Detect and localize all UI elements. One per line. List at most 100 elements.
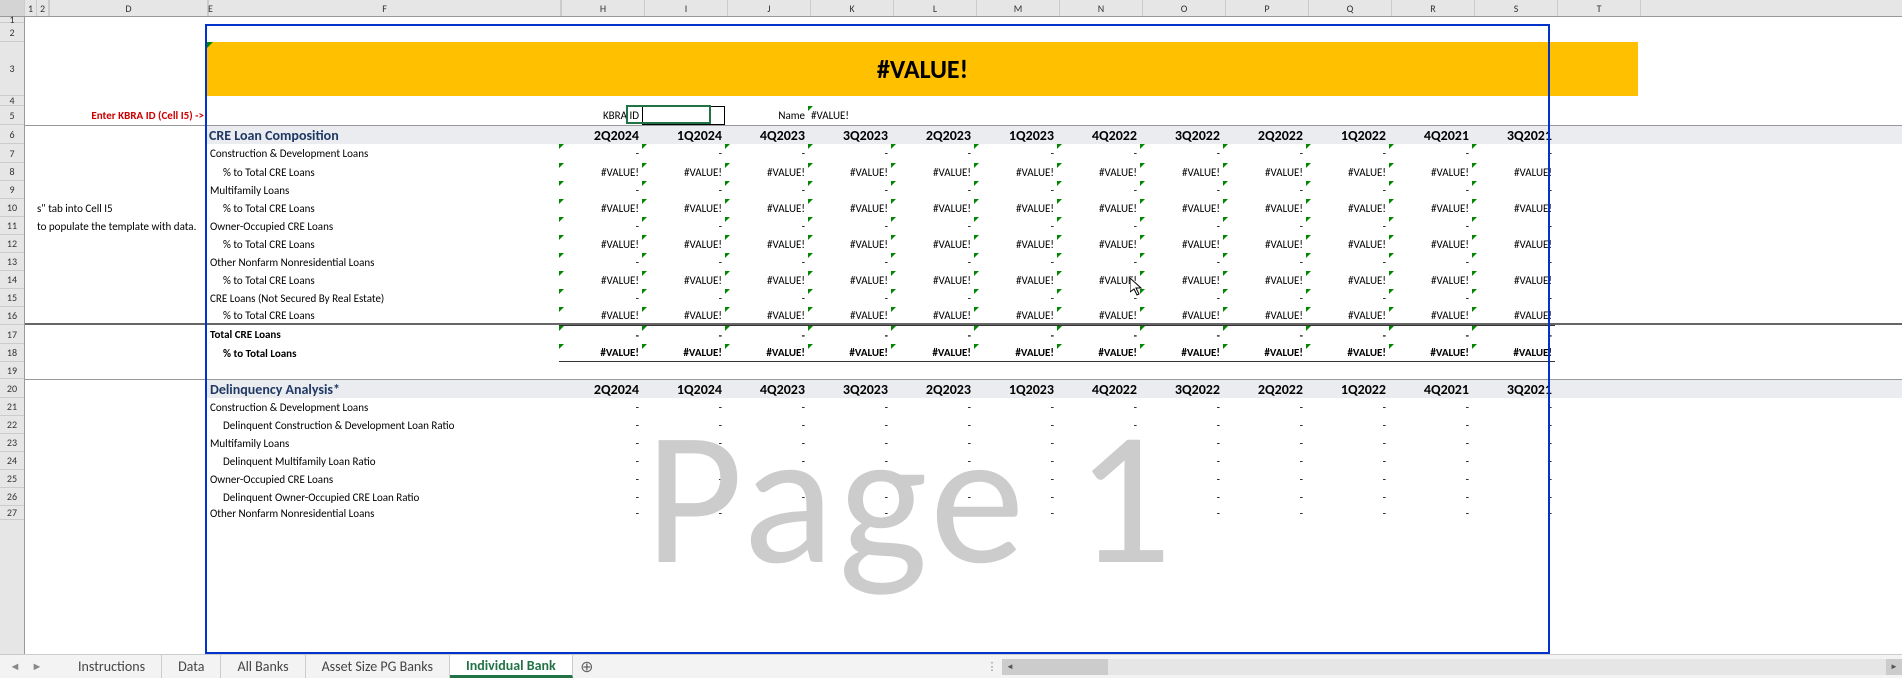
row-header-9[interactable]: 9 — [0, 181, 24, 199]
cell[interactable]: - — [725, 217, 808, 235]
quarter-2Q2022[interactable]: 2Q2022 — [1223, 126, 1306, 144]
row-header-3[interactable]: 3 — [0, 42, 24, 96]
cell[interactable]: #VALUE! — [1389, 163, 1472, 181]
row-header-24[interactable]: 24 — [0, 452, 24, 470]
cell[interactable]: - — [1472, 452, 1555, 470]
row-label[interactable]: Other Nonfarm Nonresidential Loans — [207, 253, 559, 271]
cell[interactable]: - — [1223, 488, 1306, 506]
cell[interactable]: - — [559, 470, 642, 488]
scroll-left-icon[interactable]: ◄ — [1002, 659, 1018, 675]
quarter-3Q2023[interactable]: 3Q2023 — [808, 380, 891, 398]
cell[interactable]: - — [1472, 217, 1555, 235]
cell[interactable]: - — [559, 253, 642, 271]
tab-menu-icon[interactable]: ⋮ — [982, 660, 1002, 673]
row-header-22[interactable]: 22 — [0, 416, 24, 434]
quarter-3Q2021[interactable]: 3Q2021 — [1472, 380, 1555, 398]
column-header-H[interactable]: H — [562, 0, 645, 16]
cell[interactable]: - — [1223, 398, 1306, 416]
cell[interactable]: - — [1389, 217, 1472, 235]
row-header-7[interactable]: 7 — [0, 144, 24, 163]
cell[interactable]: - — [1389, 398, 1472, 416]
row-label[interactable]: Delinquent Owner-Occupied CRE Loan Ratio — [207, 488, 559, 506]
cell[interactable]: - — [1057, 416, 1140, 434]
cell[interactable]: - — [642, 253, 725, 271]
row-header-11[interactable]: 11 — [0, 217, 24, 235]
cell[interactable]: - — [1057, 144, 1140, 163]
cell[interactable]: #VALUE! — [1389, 199, 1472, 217]
cell[interactable]: - — [974, 416, 1057, 434]
column-header-N[interactable]: N — [1060, 0, 1143, 16]
cell[interactable]: #VALUE! — [974, 271, 1057, 289]
cell[interactable]: - — [1389, 289, 1472, 307]
row-header-19[interactable]: 19 — [0, 362, 24, 379]
cell[interactable]: - — [974, 325, 1057, 344]
cell[interactable]: - — [1223, 470, 1306, 488]
cell[interactable]: - — [891, 289, 974, 307]
quarter-4Q2022[interactable]: 4Q2022 — [1057, 126, 1140, 144]
title-banner[interactable]: #VALUE! — [207, 42, 1638, 96]
cell[interactable]: #VALUE! — [1223, 163, 1306, 181]
cell[interactable]: - — [808, 253, 891, 271]
cell[interactable]: - — [725, 470, 808, 488]
cell[interactable]: #VALUE! — [1472, 235, 1555, 253]
section-cre-title[interactable]: CRE Loan Composition — [207, 126, 559, 144]
cell[interactable]: #VALUE! — [891, 307, 974, 323]
cell[interactable]: - — [891, 416, 974, 434]
cell[interactable]: - — [642, 144, 725, 163]
cell[interactable]: - — [725, 289, 808, 307]
cell[interactable]: - — [1306, 434, 1389, 452]
cell[interactable]: - — [974, 289, 1057, 307]
cell[interactable]: - — [1140, 289, 1223, 307]
sheet-tab-instructions[interactable]: Instructions — [62, 655, 162, 678]
quarter-1Q2024[interactable]: 1Q2024 — [642, 380, 725, 398]
cell[interactable]: - — [808, 181, 891, 199]
cell[interactable]: - — [1140, 506, 1223, 520]
quarter-1Q2022[interactable]: 1Q2022 — [1306, 380, 1389, 398]
quarter-1Q2023[interactable]: 1Q2023 — [974, 380, 1057, 398]
cell[interactable]: - — [1306, 488, 1389, 506]
cell[interactable]: - — [974, 398, 1057, 416]
row-header-12[interactable]: 12 — [0, 235, 24, 253]
cell[interactable]: - — [1223, 434, 1306, 452]
cell[interactable]: #VALUE! — [1140, 163, 1223, 181]
cell[interactable]: - — [1306, 416, 1389, 434]
cell[interactable]: - — [891, 506, 974, 520]
quarter-3Q2022[interactable]: 3Q2022 — [1140, 126, 1223, 144]
cell[interactable]: #VALUE! — [1306, 344, 1389, 362]
cell[interactable]: - — [808, 416, 891, 434]
cell[interactable]: - — [1140, 452, 1223, 470]
quarter-4Q2022[interactable]: 4Q2022 — [1057, 380, 1140, 398]
cell[interactable]: - — [1140, 488, 1223, 506]
row-label[interactable]: % to Total CRE Loans — [207, 163, 559, 181]
scroll-thumb[interactable] — [1018, 659, 1108, 675]
cell[interactable]: #VALUE! — [725, 344, 808, 362]
cell[interactable]: #VALUE! — [1306, 307, 1389, 323]
cell[interactable]: - — [808, 506, 891, 520]
cell[interactable]: - — [1140, 434, 1223, 452]
cell[interactable]: - — [642, 217, 725, 235]
cell[interactable]: - — [1223, 325, 1306, 344]
row-header-4[interactable]: 4 — [0, 96, 24, 106]
cell[interactable]: - — [559, 488, 642, 506]
row-label[interactable]: Multifamily Loans — [207, 434, 559, 452]
quarter-4Q2021[interactable]: 4Q2021 — [1389, 380, 1472, 398]
cell[interactable]: #VALUE! — [642, 344, 725, 362]
section-delinq-title[interactable]: Delinquency Analysis* — [207, 380, 559, 398]
cell[interactable]: - — [1472, 289, 1555, 307]
cell[interactable]: #VALUE! — [1223, 344, 1306, 362]
cell[interactable]: - — [1472, 488, 1555, 506]
cell[interactable]: #VALUE! — [1057, 163, 1140, 181]
cell[interactable]: - — [559, 506, 642, 520]
row-label[interactable]: Delinquent Construction & Development Lo… — [207, 416, 559, 434]
cell[interactable]: #VALUE! — [808, 271, 891, 289]
cell[interactable]: #VALUE! — [974, 307, 1057, 323]
enter-kbra-hint[interactable]: Enter KBRA ID (Cell I5) -> — [49, 106, 207, 125]
quarter-2Q2023[interactable]: 2Q2023 — [891, 126, 974, 144]
scroll-right-icon[interactable]: ► — [1886, 659, 1902, 675]
cell[interactable]: - — [1306, 289, 1389, 307]
cell[interactable]: - — [725, 144, 808, 163]
cell[interactable]: - — [808, 452, 891, 470]
cell[interactable]: - — [974, 253, 1057, 271]
cell[interactable]: #VALUE! — [1057, 307, 1140, 323]
cell[interactable]: - — [1472, 506, 1555, 520]
